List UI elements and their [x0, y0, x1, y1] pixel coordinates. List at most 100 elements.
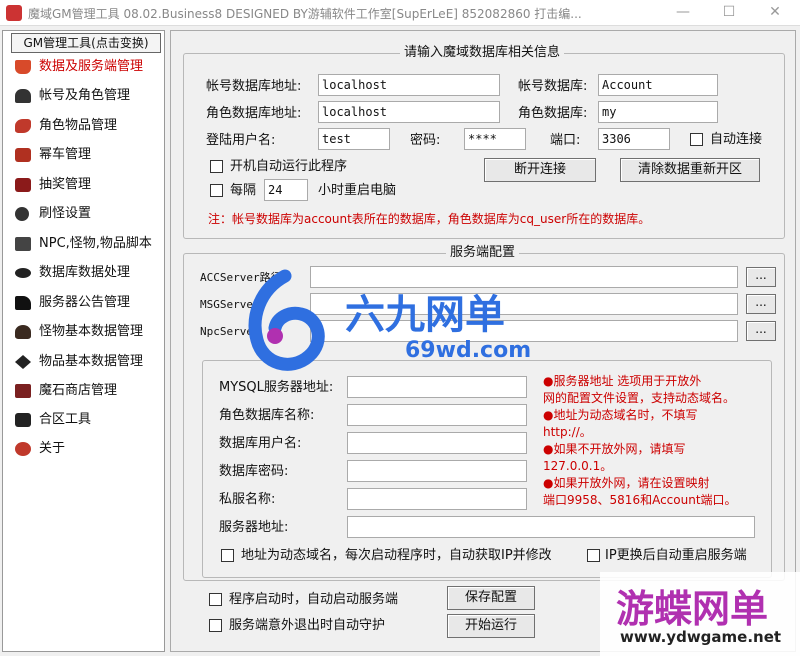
sidebar-item-label: 幂车管理	[39, 147, 92, 162]
msg-server-browse-button[interactable]: ...	[746, 294, 776, 314]
maximize-button[interactable]: ☐	[706, 0, 752, 26]
minimize-button[interactable]: —	[660, 0, 706, 26]
note-line: ●地址为动态域名时，不填写	[543, 408, 698, 422]
sidebar-item-label: NPC,怪物,物品脚本	[39, 236, 152, 251]
sidebar-item-monster-spawn[interactable]: 刷怪设置	[13, 202, 163, 226]
watermark-url: 69wd.com	[405, 338, 532, 363]
sidebar-item-seal[interactable]: 幂车管理	[13, 143, 163, 167]
watermark-logo-icon	[248, 269, 325, 371]
dynamic-domain-checkbox[interactable]	[221, 549, 234, 562]
auto-connect-checkbox[interactable]	[690, 133, 703, 146]
sidebar-item-item-data[interactable]: 物品基本数据管理	[13, 350, 163, 374]
role-db-label: 角色数据库:	[518, 106, 588, 121]
shop-icon	[15, 384, 31, 398]
npc-icon	[15, 237, 31, 251]
start-button[interactable]: 开始运行	[447, 614, 535, 638]
monster-icon	[15, 207, 29, 221]
sidebar-item-scripts[interactable]: NPC,怪物,物品脚本	[13, 232, 163, 256]
role-db-field[interactable]: my	[598, 101, 718, 123]
sidebar-item-label: 怪物基本数据管理	[39, 324, 144, 339]
server-group-title: 服务端配置	[446, 245, 520, 261]
monster-data-icon	[15, 325, 31, 339]
acc-server-browse-button[interactable]: ...	[746, 267, 776, 287]
sidebar-item-announcements[interactable]: 服务器公告管理	[13, 291, 163, 315]
note-line: 端口9958、5816和Account端口。	[543, 493, 737, 507]
database-group-title: 请输入魔域数据库相关信息	[400, 45, 565, 61]
title-bar: 魔域GM管理工具 08.02.Business8 DESIGNED BY游辅软件…	[0, 0, 800, 26]
sidebar-item-label: 服务器公告管理	[39, 295, 131, 310]
sidebar-toggle-button[interactable]: GM管理工具(点击变换)	[11, 33, 161, 53]
sidebar-item-role-items[interactable]: 角色物品管理	[13, 114, 163, 138]
note-line: 网的配置文件设置，支持动态域名。	[543, 391, 736, 405]
mysql-address-field[interactable]	[347, 376, 527, 398]
sidebar-item-label: 数据库数据处理	[39, 265, 131, 280]
sidebar-item-label: 魔石商店管理	[39, 383, 118, 398]
note-line: 127.0.0.1。	[543, 459, 613, 473]
sidebar-item-monster-data[interactable]: 怪物基本数据管理	[13, 320, 163, 344]
username-field[interactable]: test	[318, 128, 390, 150]
account-db-address-label: 帐号数据库地址:	[206, 79, 302, 94]
sidebar-item-accounts[interactable]: 帐号及角色管理	[13, 84, 163, 108]
save-config-button[interactable]: 保存配置	[447, 586, 535, 610]
sidebar-item-lottery[interactable]: 抽奖管理	[13, 173, 163, 197]
role-db-name-label: 角色数据库名称:	[219, 408, 315, 423]
guard-label: 服务端意外退出时自动守护	[229, 618, 386, 633]
sidebar-item-label: 帐号及角色管理	[39, 88, 131, 103]
guard-checkbox[interactable]	[209, 619, 222, 632]
npc-server-browse-button[interactable]: ...	[746, 321, 776, 341]
server-config-box: MYSQL服务器地址: 角色数据库名称: 数据库用户名: 数据库密码: 私服名称…	[202, 360, 772, 578]
database-note: 注：帐号数据库为account表所在的数据库，角色数据库为cq_user所在的数…	[208, 212, 651, 226]
auto-start-label: 程序启动时，自动启动服务端	[229, 592, 399, 607]
role-db-name-field[interactable]	[347, 404, 527, 426]
about-icon	[15, 442, 31, 456]
auto-connect-label: 自动连接	[710, 132, 763, 147]
db-password-field[interactable]	[347, 460, 527, 482]
close-button[interactable]: ✕	[752, 0, 798, 26]
sidebar-item-about[interactable]: 关于	[13, 437, 163, 461]
username-label: 登陆用户名:	[206, 133, 276, 148]
account-db-field[interactable]: Account	[598, 74, 718, 96]
db-password-label: 数据库密码:	[219, 464, 289, 479]
reboot-label: 小时重启电脑	[318, 183, 397, 198]
app-icon	[6, 5, 22, 21]
private-server-name-label: 私服名称:	[219, 492, 276, 507]
clear-data-button[interactable]: 清除数据重新开区	[620, 158, 760, 182]
sidebar-item-data-server[interactable]: 数据及服务端管理	[13, 55, 163, 79]
server-address-field[interactable]	[347, 516, 755, 538]
account-db-address-field[interactable]: localhost	[318, 74, 500, 96]
port-field[interactable]: 3306	[598, 128, 670, 150]
sidebar-item-label: 物品基本数据管理	[39, 354, 144, 369]
password-field[interactable]: ****	[464, 128, 526, 150]
ip-restart-label: IP更换后自动重启服务端	[605, 548, 747, 563]
item-data-icon	[15, 355, 31, 369]
sidebar-item-label: 关于	[39, 441, 66, 456]
dynamic-domain-label: 地址为动态域名，每次启动程序时，自动获取IP并修改	[241, 548, 552, 563]
password-label: 密码:	[410, 133, 441, 148]
ip-restart-checkbox[interactable]	[587, 549, 600, 562]
db-user-label: 数据库用户名:	[219, 436, 302, 451]
server-address-note: ●服务器地址 选项用于开放外 网的配置文件设置，支持动态域名。 ●地址为动态域名…	[543, 373, 768, 509]
port-label: 端口:	[550, 133, 581, 148]
announcement-icon	[15, 296, 31, 310]
sidebar-item-merge[interactable]: 合区工具	[13, 408, 163, 432]
sidebar-item-label: 合区工具	[39, 412, 92, 427]
sidebar-item-label: 抽奖管理	[39, 177, 92, 192]
private-server-name-field[interactable]	[347, 488, 527, 510]
seal-icon	[15, 148, 31, 162]
role-db-address-field[interactable]: localhost	[318, 101, 500, 123]
autorun-checkbox[interactable]	[210, 160, 223, 173]
disconnect-button[interactable]: 断开连接	[484, 158, 596, 182]
reboot-hours-field[interactable]: 24	[264, 179, 308, 201]
watermark-brand: 游蝶网单	[616, 587, 769, 631]
sidebar-item-db-process[interactable]: 数据库数据处理	[13, 261, 163, 285]
window-title: 魔域GM管理工具 08.02.Business8 DESIGNED BY游辅软件…	[28, 7, 582, 21]
note-line: ●如果不开放外网，请填写	[543, 442, 686, 456]
auto-start-checkbox[interactable]	[209, 593, 222, 606]
item-icon	[15, 119, 31, 133]
reboot-checkbox[interactable]	[210, 184, 223, 197]
sidebar-item-label: 角色物品管理	[39, 118, 118, 133]
db-user-field[interactable]	[347, 432, 527, 454]
autorun-label: 开机自动运行此程序	[230, 159, 348, 174]
sidebar-item-shop[interactable]: 魔石商店管理	[13, 379, 163, 403]
account-db-label: 帐号数据库:	[518, 79, 588, 94]
